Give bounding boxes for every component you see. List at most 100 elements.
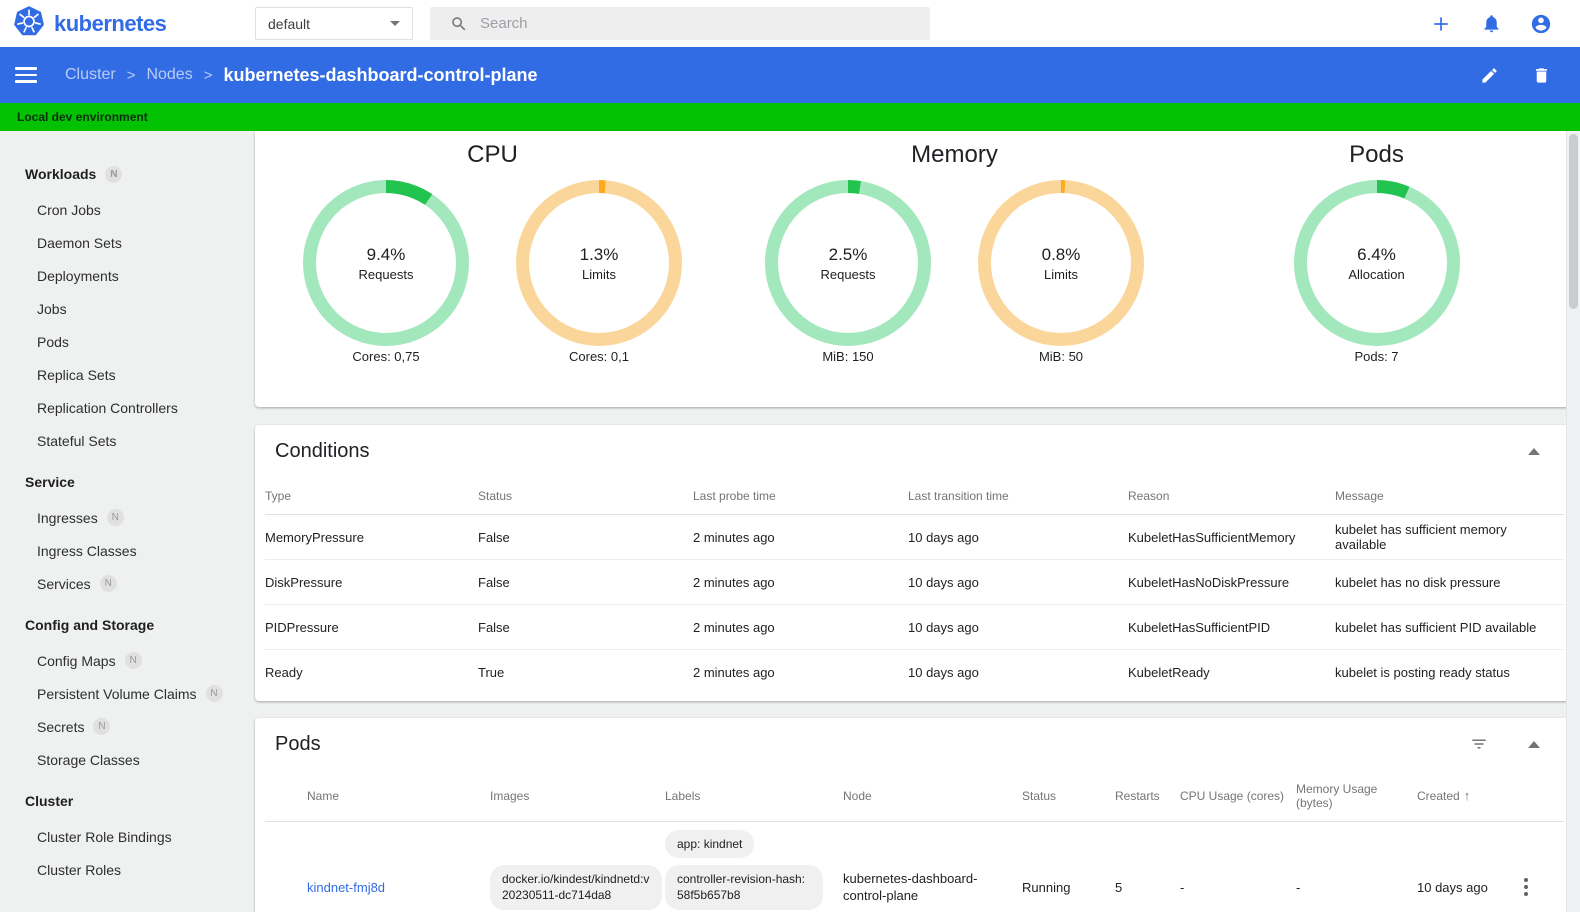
column-header-cpu-usage[interactable]: CPU Usage (cores) [1180,789,1296,803]
breadcrumb-nodes[interactable]: Nodes [146,66,192,84]
condition-status: False [478,619,510,635]
sidebar-item-label: Pods [37,333,69,350]
edit-button[interactable] [1478,64,1500,86]
image-chip: docker.io/kindest/kindnetd:v20230511-dc7… [490,865,662,910]
condition-status: False [478,529,510,545]
condition-reason: KubeletHasNoDiskPressure [1128,574,1290,590]
condition-type: MemoryPressure [265,529,364,545]
column-header-last-transition-time: Last transition time [908,488,1009,503]
sidebar-header-label: Cluster [25,793,74,809]
sidebar-item-label: Storage Classes [37,751,140,768]
sidebar-header-config-and-storage[interactable]: Config and Storage [0,606,247,644]
pod-restarts: 5 [1115,879,1123,895]
sidebar-item-jobs[interactable]: Jobs [0,292,247,325]
delete-icon [1535,67,1547,83]
sidebar-item-config-maps[interactable]: Config Maps N [0,644,247,677]
sidebar-item-label: Deployments [37,267,119,284]
scrollbar-thumb[interactable] [1569,134,1578,309]
menu-button[interactable] [15,63,37,87]
sidebar-item-ingresses[interactable]: Ingresses N [0,501,247,534]
sidebar-item-daemon-sets[interactable]: Daemon Sets [0,226,247,259]
add-resource-button[interactable] [1430,13,1452,35]
column-header-name[interactable]: Name [307,789,490,803]
column-header-images[interactable]: Images [490,789,665,803]
namespaced-badge: N [93,718,111,735]
row-menu-icon[interactable] [1524,878,1528,897]
dropdown-caret-icon [390,21,400,26]
sidebar-header-cluster[interactable]: Cluster [0,782,247,820]
sidebar-item-stateful-sets[interactable]: Stateful Sets [0,424,247,457]
account-button[interactable] [1530,13,1552,35]
sidebar-item-replication-controllers[interactable]: Replication Controllers [0,391,247,424]
cpu-limits-ring: 1.3% Limits [516,180,682,346]
vertical-scrollbar[interactable] [1566,131,1580,912]
breadcrumb-separator: > [126,66,136,84]
main-content: CPU 9.4% Requests Cores: 0,75 1.3% Limit… [247,131,1580,912]
condition-reason: KubeletReady [1128,665,1210,680]
pod-name-link[interactable]: kindnet-fmj8d [307,880,385,895]
sidebar-item-cron-jobs[interactable]: Cron Jobs [0,193,247,226]
sort-ascending-icon: ↑ [1463,788,1471,803]
sidebar-item-ingress-classes[interactable]: Ingress Classes [0,534,247,567]
namespaced-badge: N [99,575,117,592]
sidebar-item-label: Jobs [37,300,67,317]
sidebar-item-replica-sets[interactable]: Replica Sets [0,358,247,391]
search-bar[interactable] [430,7,930,40]
table-row: kindnet-fmj8d docker.io/kindest/kindnetd… [265,822,1564,912]
donut-footer: MiB: 150 [822,349,874,364]
delete-button[interactable] [1530,64,1552,86]
notifications-icon [1484,15,1498,33]
sidebar-item-label: Replica Sets [37,366,116,383]
pods-table-title: Pods [275,732,321,755]
notifications-button[interactable] [1480,13,1502,35]
condition-last-probe: 2 minutes ago [693,529,775,545]
namespaced-badge: N [124,652,142,669]
namespace-selector[interactable]: default [255,7,413,40]
sidebar-item-cluster-roles[interactable]: Cluster Roles [0,853,247,886]
column-header-message: Message [1335,488,1384,503]
pods-card: Pods Name Images Labels Node Status Rest… [255,718,1574,912]
column-header-memory-usage[interactable]: Memory Usage (bytes) [1296,782,1417,810]
allocation-card: CPU 9.4% Requests Cores: 0,75 1.3% Limit… [255,131,1574,407]
sidebar-header-service[interactable]: Service [0,463,247,501]
labels-cell: app: kindnet controller-revision-hash: 5… [665,828,843,912]
column-header-labels[interactable]: Labels [665,789,843,803]
account-icon [1531,14,1551,33]
condition-last-transition: 10 days ago [908,574,979,590]
sidebar-item-cluster-role-bindings[interactable]: Cluster Role Bindings [0,820,247,853]
sidebar-item-label: Secrets [37,718,85,735]
pod-memory-usage: - [1296,879,1301,895]
sidebar-item-deployments[interactable]: Deployments [0,259,247,292]
breadcrumb-separator: > [203,66,213,84]
condition-last-probe: 2 minutes ago [693,619,775,635]
sidebar-item-pods[interactable]: Pods [0,325,247,358]
sidebar-header-workloads[interactable]: Workloads N [0,155,247,193]
donut-label: Requests [358,266,414,282]
sidebar-item-storage-classes[interactable]: Storage Classes [0,743,247,776]
column-header-node[interactable]: Node [843,789,1022,803]
column-header-last-probe-time: Last probe time [693,488,776,503]
donut-footer: Cores: 0,75 [352,349,420,364]
breadcrumb-cluster[interactable]: Cluster [65,66,116,84]
column-header-status[interactable]: Status [1022,789,1115,803]
search-input[interactable] [480,15,900,32]
top-app-bar: kubernetes default [0,0,1580,47]
cpu-requests-ring: 9.4% Requests [303,180,469,346]
column-header-restarts[interactable]: Restarts [1115,789,1180,803]
condition-message: kubelet has no disk pressure [1335,574,1501,590]
donut-footer: Pods: 7 [1354,349,1399,364]
table-row: DiskPressure False 2 minutes ago 10 days… [265,560,1564,605]
column-header-created[interactable]: Created ↑ [1417,788,1524,803]
sidebar-item-services[interactable]: Services N [0,567,247,600]
column-header-created-label: Created [1417,789,1460,803]
sidebar-item-secrets[interactable]: Secrets N [0,710,247,743]
sidebar-item-persistent-volume-claims[interactable]: Persistent Volume Claims N [0,677,247,710]
table-row: Ready True 2 minutes ago 10 days ago Kub… [265,650,1564,695]
collapse-icon[interactable] [1528,447,1540,455]
condition-status: False [478,574,510,590]
kubernetes-brand[interactable]: kubernetes [14,5,167,42]
memory-requests-ring: 2.5% Requests [765,180,931,346]
collapse-icon[interactable] [1528,740,1540,748]
filter-icon[interactable] [1470,735,1488,753]
condition-message: kubelet has sufficient PID available [1335,619,1537,635]
